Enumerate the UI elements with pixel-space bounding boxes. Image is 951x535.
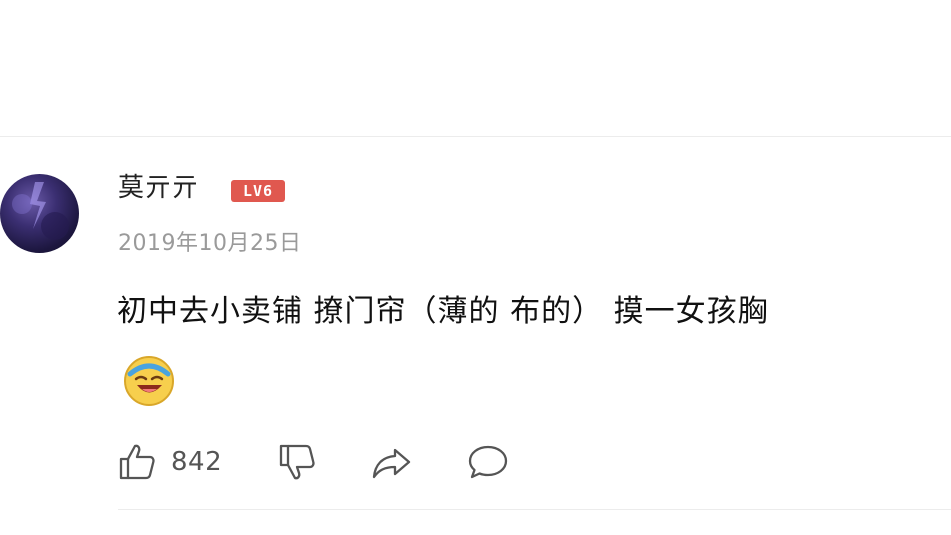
like-button[interactable]: 842 — [117, 440, 222, 484]
thumbs-down-icon — [277, 442, 317, 482]
username[interactable]: 莫亓亓 — [118, 170, 199, 206]
comment-text: 初中去小卖铺 撩门帘（薄的 布的） 摸一女孩胸 — [117, 294, 769, 329]
top-divider — [0, 136, 951, 137]
bottom-divider — [118, 509, 951, 510]
level-badge: LV6 — [231, 180, 285, 202]
like-count: 842 — [171, 447, 223, 477]
thumbs-up-icon — [117, 442, 157, 482]
reply-icon — [466, 442, 510, 482]
dislike-button[interactable] — [277, 440, 317, 484]
reply-button[interactable] — [466, 440, 510, 484]
avatar[interactable] — [0, 174, 79, 253]
share-icon — [370, 442, 414, 482]
share-button[interactable] — [370, 440, 414, 484]
comment-page: 莫亓亓 LV6 2019年10月25日 初中去小卖铺 撩门帘（薄的 布的） 摸一… — [0, 0, 951, 535]
comment-date: 2019年10月25日 — [118, 231, 302, 256]
laughing-crying-face-emoji — [122, 354, 176, 408]
